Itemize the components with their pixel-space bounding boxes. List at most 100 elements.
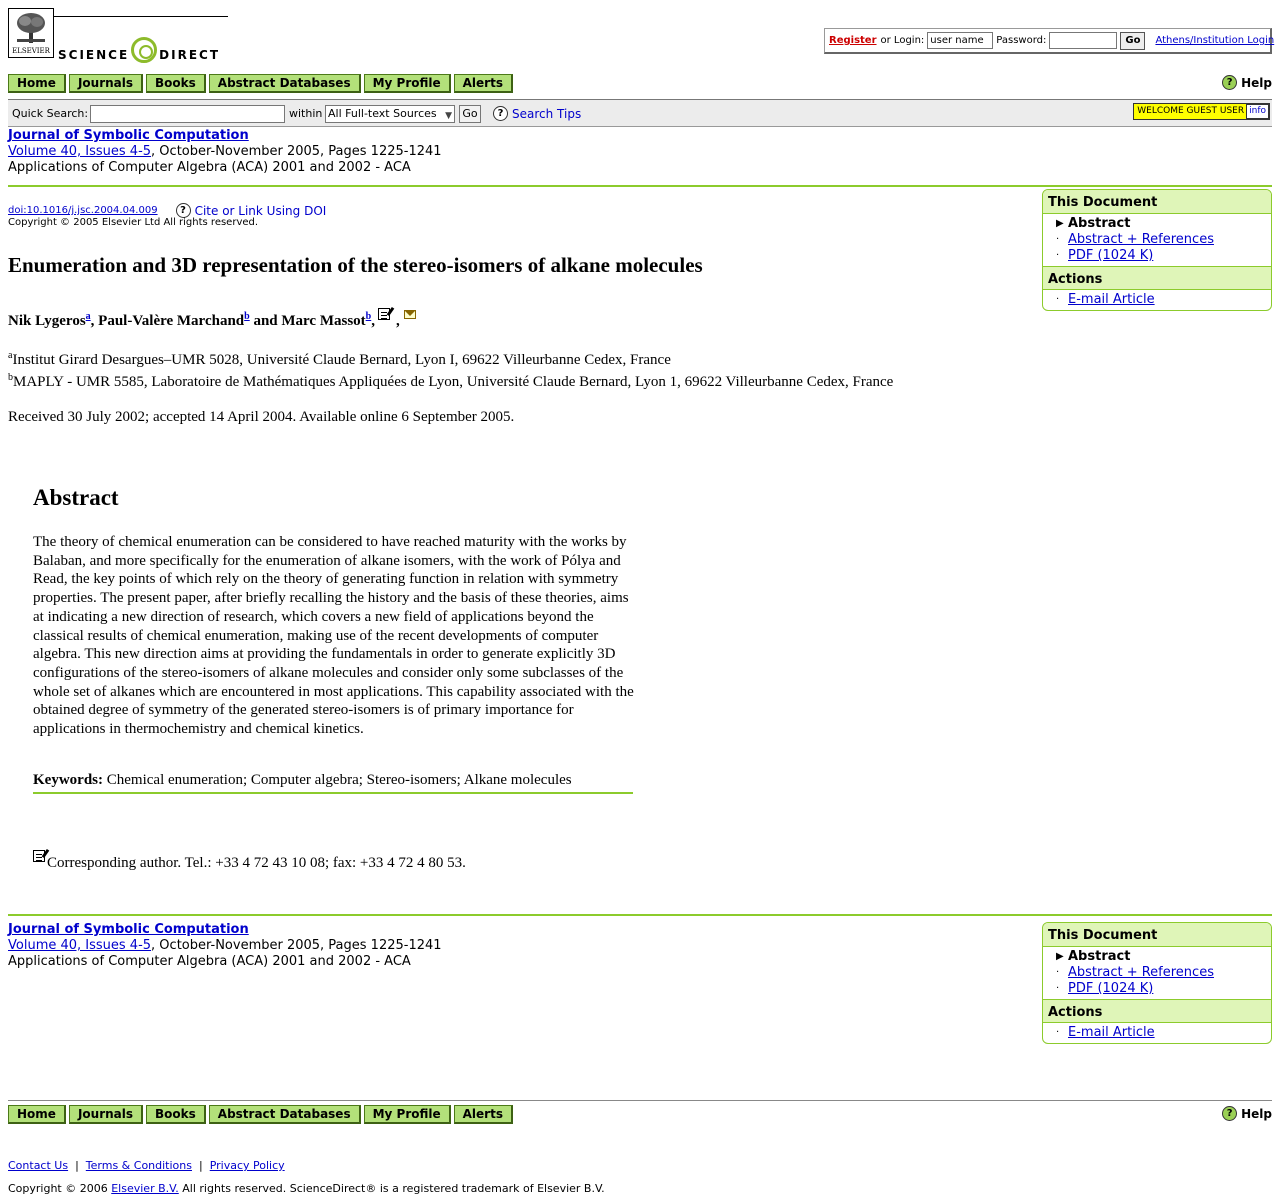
volume-link[interactable]: Volume 40, Issues 4-5 [8,938,151,953]
sidebar-item-pdf[interactable]: · PDF (1024 K) [1043,248,1271,264]
sidebar-item-abstract-references[interactable]: · Abstract + References [1043,965,1271,981]
author-name: Nik Lygeros [8,313,86,329]
help-label: Help [1241,1106,1272,1121]
elsevier-logo-text: ELSEVIER [12,47,50,55]
sidebar-item-abstract-references[interactable]: · Abstract + References [1043,232,1271,248]
nav-books-button[interactable]: Books [146,74,206,93]
doi-row: doi:10.1016/j.jsc.2004.04.009 ? Cite or … [8,203,326,218]
nav-home-button[interactable]: Home [8,1105,66,1124]
green-divider [8,914,1272,916]
nav-abstract-databases-button[interactable]: Abstract Databases [208,74,361,93]
abstract-heading: Abstract [33,485,119,510]
quick-search-input[interactable] [90,105,285,123]
search-tips-link[interactable]: ? Search Tips [493,106,581,121]
article-title: Enumeration and 3D representation of the… [8,253,703,277]
elsevier-logo[interactable]: ELSEVIER [8,8,54,58]
journal-info-top: Journal of Symbolic Computation Volume 4… [8,128,442,176]
nav-alerts-button[interactable]: Alerts [453,1105,513,1124]
abstract-text: The theory of chemical enumeration can b… [33,534,634,738]
login-box: Register or Login: Password: Go Athens/I… [824,28,1274,54]
actions-heading: Actions [1043,266,1271,290]
footer-copyright: Copyright © 2006 Elsevier B.V. All right… [8,1182,605,1195]
help-link[interactable]: ? Help [1222,1106,1272,1121]
elsevier-bv-link[interactable]: Elsevier B.V. [111,1182,179,1195]
corresponding-author-note: Corresponding author. Tel.: +33 4 72 43 … [33,850,466,872]
password-input[interactable] [1049,32,1118,49]
source-select[interactable]: All Full-text Sources ▼ [325,105,455,123]
actions-heading: Actions [1043,999,1271,1023]
nav-home-button[interactable]: Home [8,74,66,93]
keywords-label: Keywords: [33,772,103,788]
this-document-panel-bottom: This Document ▶ Abstract · Abstract + Refe… [1042,922,1272,1044]
welcome-guest-badge: WELCOME GUEST USER info [1133,103,1270,120]
brand-left: SCIENCE [58,48,130,62]
author-name: and Marc Massot [249,313,366,329]
brand-right: DIRECT [159,48,221,62]
nav-alerts-button[interactable]: Alerts [453,74,513,93]
doi-link[interactable]: doi:10.1016/j.jsc.2004.04.009 [8,205,158,216]
corresponding-author-icon [33,850,45,862]
journal-title-link[interactable]: Journal of Symbolic Computation [8,922,249,937]
nav-books-button[interactable]: Books [146,1105,206,1124]
contact-us-link[interactable]: Contact Us [8,1159,68,1172]
help-link[interactable]: ? Help [1222,75,1272,90]
search-go-button[interactable]: Go [459,105,481,123]
top-nav: Home Journals Books Abstract Databases M… [8,74,513,93]
bullet-icon: · [1056,983,1060,994]
password-label: Password: [996,35,1047,46]
source-select-value: All Full-text Sources [328,107,437,120]
affiliation-b: bMAPLY - UMR 5585, Laboratoire de Mathém… [8,372,894,390]
quick-search-label: Quick Search: [12,107,89,120]
corresponding-author-icon[interactable] [377,308,390,320]
bottom-nav: Home Journals Books Abstract Databases M… [8,1105,513,1124]
register-link[interactable]: Register [829,35,877,46]
journal-title-link[interactable]: Journal of Symbolic Computation [8,128,249,143]
sciencedirect-logo[interactable]: SCIENCE DIRECT [58,33,221,63]
privacy-policy-link[interactable]: Privacy Policy [210,1159,285,1172]
within-label: within [289,107,323,120]
nav-journals-button[interactable]: Journals [68,74,144,93]
cite-doi-link[interactable]: ? Cite or Link Using DOI [175,203,326,218]
bullet-icon: · [1056,234,1060,245]
athens-login-link[interactable]: Athens/Institution Login [1155,35,1274,46]
this-document-heading: This Document [1043,923,1271,947]
nav-journals-button[interactable]: Journals [68,1105,144,1124]
this-document-heading: This Document [1043,190,1271,214]
or-login-label: or Login: [880,35,925,46]
elsevier-tree-icon [17,13,45,43]
triangle-right-icon: ▶ [1056,218,1064,229]
help-icon: ? [1222,75,1238,90]
author-list: Nik Lygerosa, Paul-Valère Marchandb and … [8,308,416,330]
sidebar-item-abstract: ▶ Abstract [1056,216,1131,231]
triangle-right-icon: ▶ [1056,951,1064,962]
volume-link[interactable]: Volume 40, Issues 4-5 [8,144,151,159]
nav-my-profile-button[interactable]: My Profile [363,1105,451,1124]
login-go-button[interactable]: Go [1120,31,1146,50]
sidebar-item-email-article[interactable]: · E-mail Article [1043,292,1271,308]
date-pages: , October-November 2005, Pages 1225-1241 [151,938,442,953]
footer-links: Contact Us | Terms & Conditions | Privacy Po… [8,1159,285,1172]
search-tips-icon: ? [493,106,508,121]
nav-my-profile-button[interactable]: My Profile [363,74,451,93]
journal-info-bottom: Journal of Symbolic Computation Volume 4… [8,922,442,970]
quick-search-bar: Quick Search: within All Full-text Sourc… [8,99,1272,127]
nav-abstract-databases-button[interactable]: Abstract Databases [208,1105,361,1124]
affiliation-a: aInstitut Girard Desargues–UMR 5028, Uni… [8,350,671,368]
terms-link[interactable]: Terms & Conditions [86,1159,192,1172]
brand-divider [54,16,228,17]
date-pages: , October-November 2005, Pages 1225-1241 [151,144,442,159]
green-divider [8,185,1272,187]
email-icon[interactable] [403,310,416,319]
keywords-list: Chemical enumeration; Computer algebra; … [103,772,572,788]
footer-divider [8,1100,1272,1101]
sidebar-item-pdf[interactable]: · PDF (1024 K) [1043,981,1271,997]
username-input[interactable] [927,32,994,49]
author-name: , Paul-Valère Marchand [90,313,245,329]
sidebar-item-email-article[interactable]: · E-mail Article [1043,1025,1271,1041]
help-label: Help [1241,75,1272,90]
help-icon: ? [1222,1106,1238,1121]
info-button[interactable]: info [1246,104,1269,119]
this-document-panel: This Document ▶ Abstract · Abstract + Refe… [1042,189,1272,311]
search-tips-label: Search Tips [512,106,582,121]
special-issue: Applications of Computer Algebra (ACA) 2… [8,954,411,969]
